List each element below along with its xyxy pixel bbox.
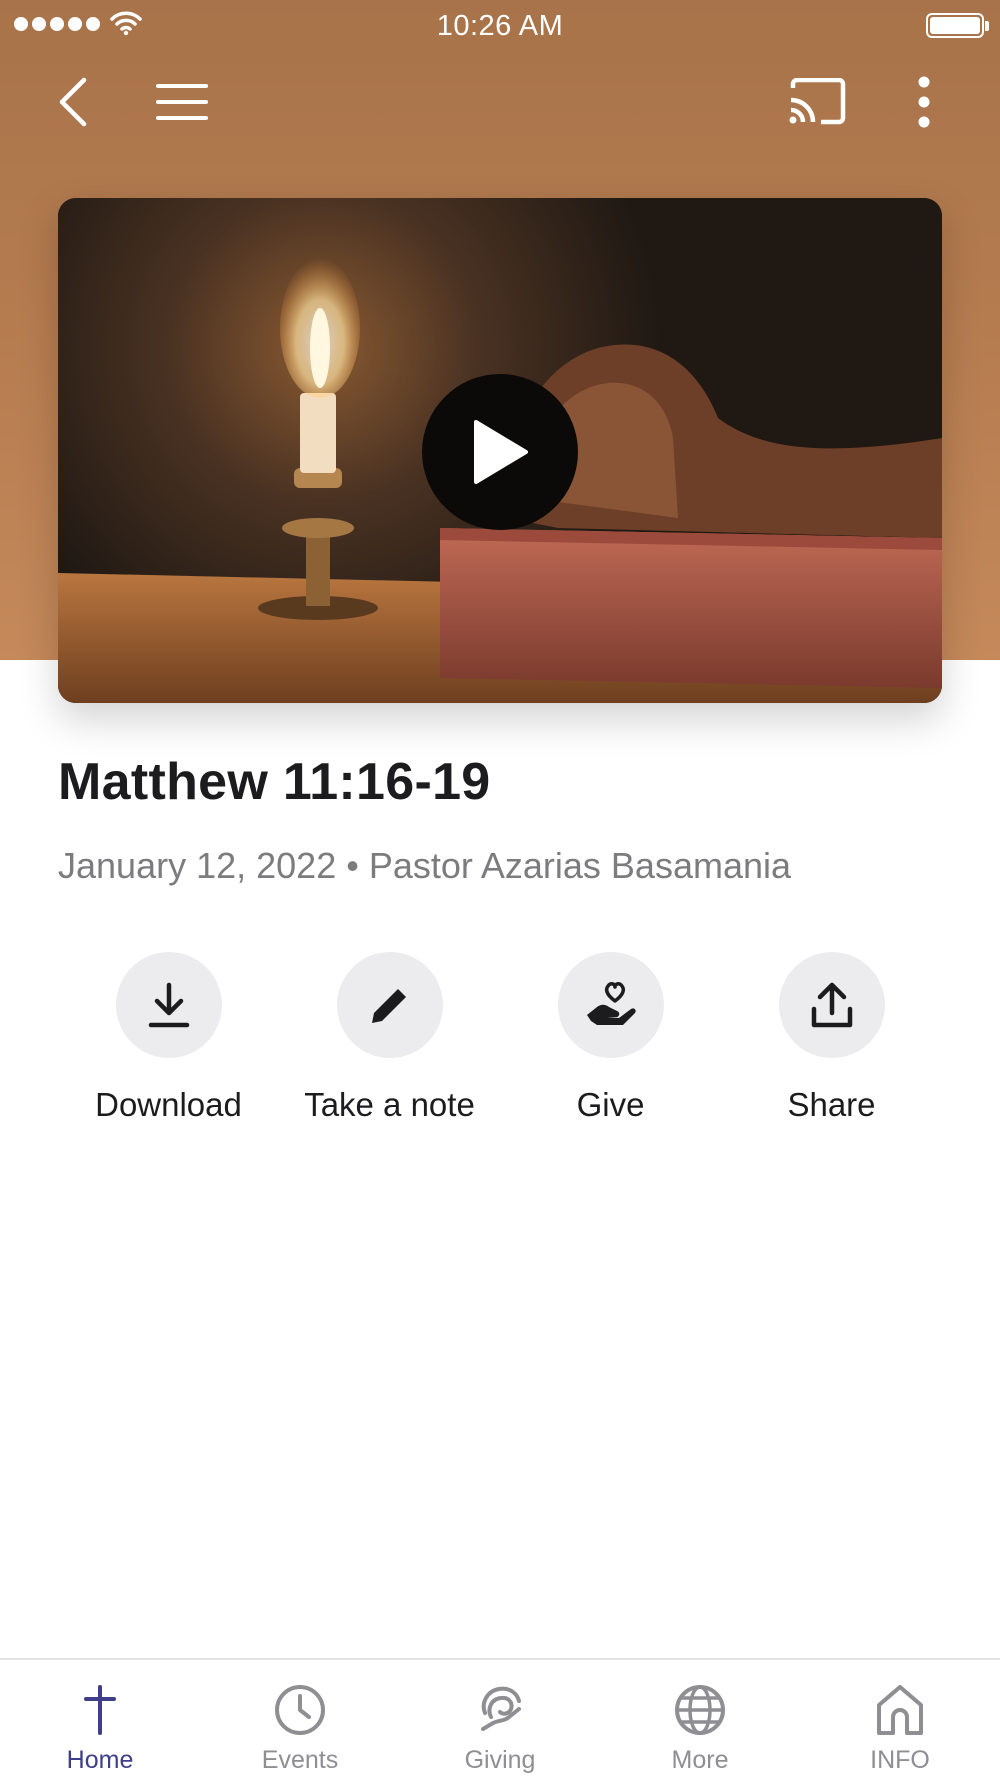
cast-icon bbox=[789, 78, 846, 125]
tab-home[interactable]: Home bbox=[0, 1660, 200, 1778]
cast-button[interactable] bbox=[775, 60, 859, 144]
tab-more[interactable]: More bbox=[600, 1660, 800, 1778]
tab-more-label: More bbox=[671, 1746, 729, 1774]
take-note-button[interactable]: Take a note bbox=[279, 952, 500, 1124]
hamburger-menu-icon bbox=[156, 84, 208, 120]
tab-events-label: Events bbox=[261, 1746, 339, 1774]
globe-icon bbox=[672, 1682, 728, 1738]
play-button[interactable] bbox=[422, 374, 578, 530]
sermon-title: Matthew 11:16-19 bbox=[58, 753, 491, 811]
giving-icon bbox=[472, 1682, 528, 1738]
pencil-icon bbox=[371, 989, 406, 1023]
download-circle bbox=[115, 952, 222, 1058]
share-icon bbox=[811, 982, 852, 1028]
cross-icon bbox=[72, 1682, 128, 1738]
clock-icon bbox=[272, 1682, 328, 1738]
menu-button[interactable] bbox=[140, 60, 224, 144]
give-button[interactable]: Give bbox=[500, 952, 721, 1124]
video-player[interactable] bbox=[58, 198, 942, 703]
tab-info[interactable]: INFO bbox=[800, 1660, 1000, 1778]
take-note-label: Take a note bbox=[304, 1086, 475, 1123]
tab-bar: Home Events Giving More INFO bbox=[0, 1658, 1000, 1778]
give-circle bbox=[557, 952, 664, 1058]
heart-hand-icon bbox=[586, 982, 636, 1025]
more-vertical-icon bbox=[918, 76, 930, 128]
tab-events[interactable]: Events bbox=[200, 1660, 400, 1778]
download-label: Download bbox=[95, 1086, 242, 1123]
tab-info-label: INFO bbox=[870, 1746, 930, 1774]
tab-giving[interactable]: Giving bbox=[400, 1660, 600, 1778]
play-icon bbox=[474, 420, 528, 484]
give-label: Give bbox=[576, 1086, 645, 1123]
tab-giving-label: Giving bbox=[464, 1746, 536, 1774]
status-time: 10:26 AM bbox=[436, 10, 564, 42]
share-circle bbox=[778, 952, 885, 1058]
sermon-meta: January 12, 2022 • Pastor Azarias Basama… bbox=[58, 845, 792, 886]
status-bar: 10:26 AM bbox=[0, 0, 1000, 52]
share-button[interactable]: Share bbox=[721, 952, 942, 1124]
share-label: Share bbox=[787, 1086, 876, 1123]
download-button[interactable]: Download bbox=[58, 952, 279, 1124]
download-icon bbox=[148, 982, 189, 1028]
house-icon bbox=[872, 1682, 928, 1738]
chevron-left-icon bbox=[59, 77, 87, 127]
tab-home-label: Home bbox=[66, 1746, 134, 1774]
more-options-button[interactable] bbox=[882, 60, 966, 144]
back-button[interactable] bbox=[32, 60, 116, 144]
battery-icon bbox=[926, 13, 989, 38]
take-note-circle bbox=[336, 952, 443, 1058]
action-row: Download Take a note Give Share bbox=[58, 952, 942, 1124]
